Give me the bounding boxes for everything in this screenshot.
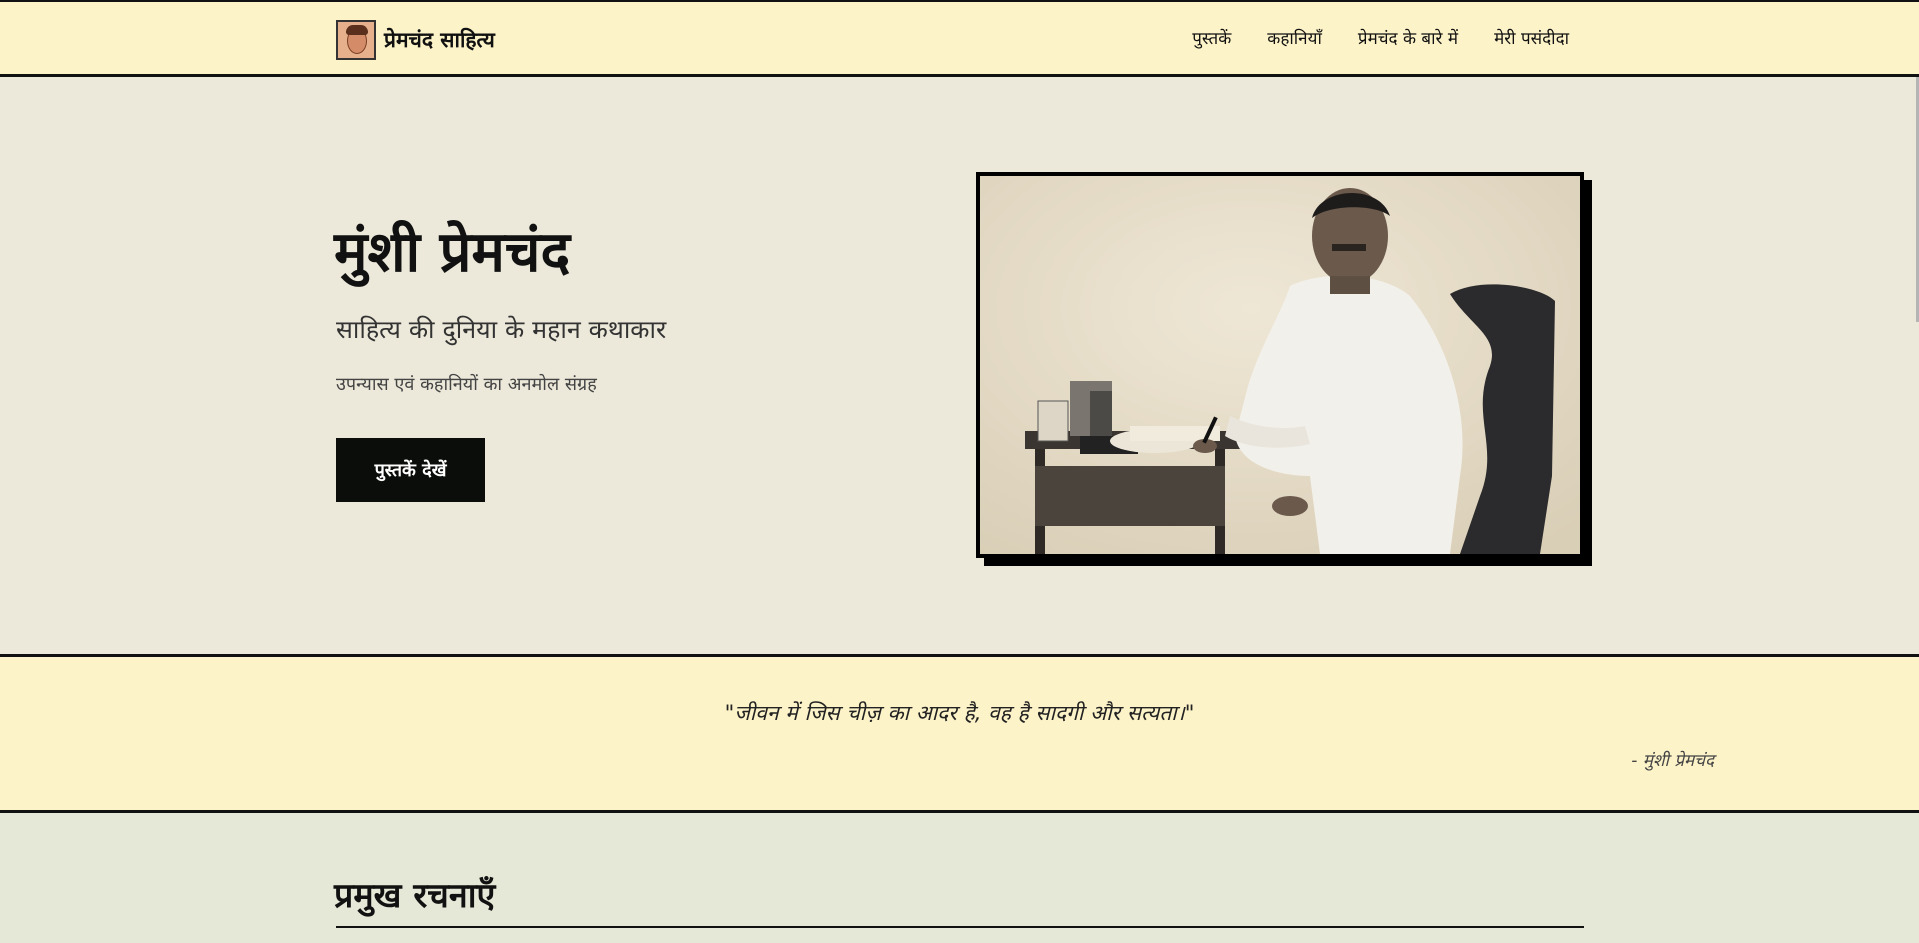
nav-link-stories[interactable]: कहानियाँ [1267,26,1322,49]
top-navbar: प्रेमचंद साहित्य पुस्तकें कहानियाँ प्रेम… [0,0,1919,77]
nav-link-books[interactable]: पुस्तकें [1192,26,1231,49]
major-works-section: प्रमुख रचनाएँ [0,813,1919,943]
quote-text: "जीवन में जिस चीज़ का आदर है, वह है सादग… [724,701,1195,725]
nav-links: पुस्तकें कहानियाँ प्रेमचंद के बारे में म… [1192,26,1569,49]
section-title: प्रमुख रचनाएँ [334,876,496,916]
hero-section: मुंशी प्रेमचंद साहित्य की दुनिया के महान… [0,77,1919,654]
quote-section: "जीवन में जिस चीज़ का आदर है, वह है सादग… [0,654,1919,813]
nav-link-favorites[interactable]: मेरी पसंदीदा [1494,26,1569,49]
quote-author: - मुंशी प्रेमचंद [1631,751,1714,771]
brand-link[interactable]: प्रेमचंद साहित्य [336,20,495,60]
view-books-button[interactable]: पुस्तकें देखें [336,438,485,502]
nav-link-about[interactable]: प्रेमचंद के बारे में [1358,26,1458,49]
hero-subtitle: साहित्य की दुनिया के महान कथाकार [336,315,667,344]
premchand-photo [976,172,1584,558]
premchand-portrait-logo-icon [336,20,376,60]
hero-description: उपन्यास एवं कहानियों का अनमोल संग्रह [336,374,597,395]
hero-title: मुंशी प्रेमचंद [334,220,571,285]
brand-name: प्रेमचंद साहित्य [384,28,495,52]
section-divider [336,926,1584,928]
